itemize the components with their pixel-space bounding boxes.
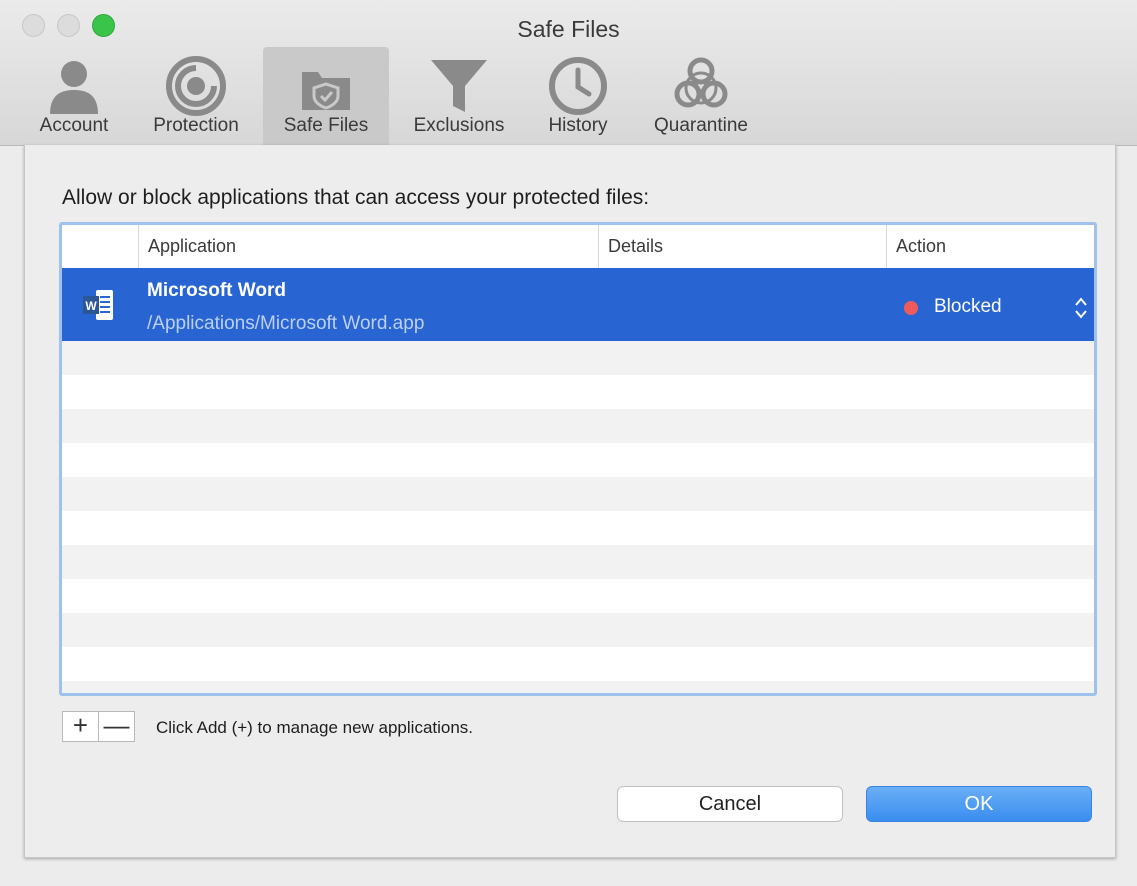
table-header: Application Details Action (62, 225, 1094, 269)
person-icon (50, 61, 98, 114)
tab-label: Safe Files (283, 115, 369, 136)
status-dot (904, 301, 918, 315)
tab-label: Account (39, 115, 109, 136)
window-title: Safe Files (517, 16, 620, 42)
empty-row (62, 375, 1094, 409)
column-header-application[interactable]: Application (138, 225, 598, 268)
empty-row (62, 613, 1094, 647)
cancel-button[interactable]: Cancel (617, 786, 843, 822)
column-header-details[interactable]: Details (598, 225, 886, 268)
funnel-icon (431, 60, 487, 112)
tab-exclusions[interactable]: Exclusions (400, 47, 518, 145)
empty-row (62, 409, 1094, 443)
tab-protection[interactable]: Protection (138, 47, 254, 145)
tab-label: Exclusions (413, 115, 505, 136)
section-heading: Allow or block applications that can acc… (62, 186, 650, 209)
protection-icon (166, 56, 226, 116)
hint-text: Click Add (+) to manage new applications… (156, 718, 474, 737)
chevron-updown-icon[interactable] (1074, 296, 1088, 320)
ok-button[interactable]: OK (866, 786, 1092, 822)
svg-text:W: W (85, 299, 97, 313)
tab-label: Protection (153, 115, 239, 136)
empty-row (62, 477, 1094, 511)
remove-button[interactable]: — (98, 711, 135, 742)
app-name: Microsoft Word (147, 280, 286, 301)
word-icon: W (83, 290, 113, 320)
clock-icon (549, 57, 607, 115)
empty-row (62, 545, 1094, 579)
tab-quarantine[interactable]: Quarantine (638, 47, 764, 145)
title-bar: Safe Files Account Protection Safe Files… (0, 0, 1137, 146)
empty-row (62, 681, 1094, 693)
app-path: /Applications/Microsoft Word.app (147, 313, 425, 334)
empty-row (62, 511, 1094, 545)
table-row[interactable]: W Microsoft Word /Applications/Microsoft… (62, 268, 1094, 341)
column-header-action[interactable]: Action (886, 225, 1094, 268)
tab-label: History (548, 115, 608, 136)
empty-row (62, 647, 1094, 681)
empty-row (62, 341, 1094, 375)
empty-row (62, 443, 1094, 477)
tab-account[interactable]: Account (26, 47, 122, 145)
tab-label: Quarantine (653, 115, 748, 136)
applications-table: Application Details Action W Microsoft W… (59, 222, 1097, 696)
biohazard-icon (674, 57, 728, 108)
empty-row (62, 579, 1094, 613)
add-button[interactable]: + (62, 711, 99, 742)
icon-column-header (62, 225, 138, 268)
tab-safe-files[interactable]: Safe Files (263, 47, 389, 145)
tab-history[interactable]: History (532, 47, 624, 145)
action-select[interactable]: Blocked (934, 296, 1002, 318)
shield-folder-icon (302, 72, 350, 110)
